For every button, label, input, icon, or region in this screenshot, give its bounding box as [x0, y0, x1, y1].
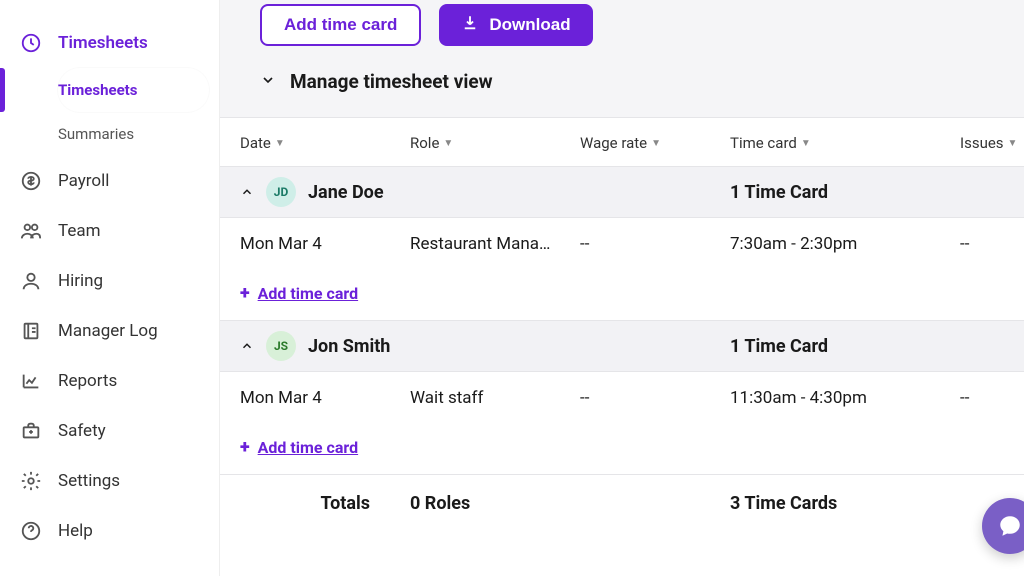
nav-item-team[interactable]: Team	[0, 206, 219, 256]
question-icon	[20, 520, 42, 542]
add-time-card-button[interactable]: Add time card	[260, 4, 421, 46]
cell-wage: --	[580, 388, 730, 408]
nav-label: Hiring	[58, 271, 103, 291]
subnav-item-timesheets[interactable]: Timesheets	[58, 68, 209, 112]
nav-item-manager-log[interactable]: Manager Log	[0, 306, 219, 356]
sort-icon: ▼	[1008, 138, 1018, 149]
nav-label: Manager Log	[58, 321, 158, 341]
nav-item-reports[interactable]: Reports	[0, 356, 219, 406]
cell-role: Wait staff	[410, 388, 580, 408]
nav-label: Reports	[58, 371, 117, 391]
cell-issues: --	[960, 388, 1024, 408]
time-card-count: 1 Time Card	[730, 336, 960, 357]
add-time-card-link[interactable]: + Add time card	[220, 425, 1024, 474]
toolbar: Add time card Download	[220, 0, 1024, 64]
totals-label: Totals	[240, 493, 410, 514]
totals-cards: 3 Time Cards	[730, 493, 960, 514]
nav-label: Safety	[58, 421, 106, 441]
employee-name: Jane Doe	[308, 182, 384, 203]
column-wage-rate[interactable]: Wage rate▼	[580, 134, 730, 152]
employee-name: Jon Smith	[308, 336, 390, 357]
table-header: Date▼ Role▼ Wage rate▼ Time card▼ Issues…	[220, 118, 1024, 167]
nav-item-timesheets[interactable]: Timesheets	[0, 18, 219, 68]
chevron-down-icon	[260, 70, 276, 93]
nav-item-payroll[interactable]: Payroll	[0, 156, 219, 206]
sort-icon: ▼	[801, 138, 811, 149]
sort-icon: ▼	[443, 138, 453, 149]
nav-label: Settings	[58, 471, 120, 491]
nav-item-settings[interactable]: Settings	[0, 456, 219, 506]
chevron-up-icon[interactable]	[240, 185, 254, 199]
person-icon	[20, 270, 42, 292]
column-role[interactable]: Role▼	[410, 134, 580, 152]
download-icon	[461, 14, 479, 37]
cell-time: 11:30am - 4:30pm	[730, 388, 960, 408]
nav-label: Timesheets	[58, 33, 148, 53]
avatar: JS	[266, 331, 296, 361]
totals-roles: 0 Roles	[410, 493, 580, 514]
chevron-up-icon[interactable]	[240, 339, 254, 353]
sort-icon: ▼	[651, 138, 661, 149]
nav-label: Team	[58, 221, 101, 241]
table-row[interactable]: Mon Mar 4 Wait staff -- 11:30am - 4:30pm…	[220, 372, 1024, 425]
avatar: JD	[266, 177, 296, 207]
cell-date: Mon Mar 4	[240, 234, 410, 254]
cell-wage: --	[580, 234, 730, 254]
column-date[interactable]: Date▼	[240, 134, 410, 152]
table-row[interactable]: Mon Mar 4 Restaurant Mana… -- 7:30am - 2…	[220, 218, 1024, 271]
main-content: Add time card Download Manage timesheet …	[220, 0, 1024, 576]
column-time-card[interactable]: Time card▼	[730, 134, 960, 152]
sidebar: Timesheets Timesheets Summaries Payroll …	[0, 0, 220, 576]
totals-row: Totals 0 Roles 3 Time Cards	[220, 474, 1024, 532]
nav-label: Payroll	[58, 171, 109, 191]
dollar-icon	[20, 170, 42, 192]
nav-item-hiring[interactable]: Hiring	[0, 256, 219, 306]
briefcase-icon	[20, 420, 42, 442]
employee-group-header[interactable]: JS Jon Smith 1 Time Card	[220, 321, 1024, 372]
download-button[interactable]: Download	[439, 4, 592, 46]
add-time-card-link[interactable]: + Add time card	[220, 271, 1024, 321]
nav-label: Help	[58, 521, 93, 541]
cell-issues: --	[960, 234, 1024, 254]
gear-icon	[20, 470, 42, 492]
nav-item-help[interactable]: Help	[0, 506, 219, 556]
plus-icon: +	[240, 283, 250, 304]
plus-icon: +	[240, 437, 250, 458]
notebook-icon	[20, 320, 42, 342]
clock-icon	[20, 32, 42, 54]
employee-group-header[interactable]: JD Jane Doe 1 Time Card	[220, 167, 1024, 218]
timesheet-table: Date▼ Role▼ Wage rate▼ Time card▼ Issues…	[220, 117, 1024, 576]
chart-icon	[20, 370, 42, 392]
cell-date: Mon Mar 4	[240, 388, 410, 408]
sub-nav: Timesheets Summaries	[0, 68, 219, 156]
manage-view-toggle[interactable]: Manage timesheet view	[220, 64, 1024, 117]
cell-role: Restaurant Mana…	[410, 234, 580, 254]
column-issues[interactable]: Issues▼	[960, 134, 1024, 152]
time-card-count: 1 Time Card	[730, 182, 960, 203]
subnav-item-summaries[interactable]: Summaries	[58, 112, 219, 156]
sort-icon: ▼	[275, 138, 285, 149]
cell-time: 7:30am - 2:30pm	[730, 234, 960, 254]
people-icon	[20, 220, 42, 242]
nav-item-safety[interactable]: Safety	[0, 406, 219, 456]
